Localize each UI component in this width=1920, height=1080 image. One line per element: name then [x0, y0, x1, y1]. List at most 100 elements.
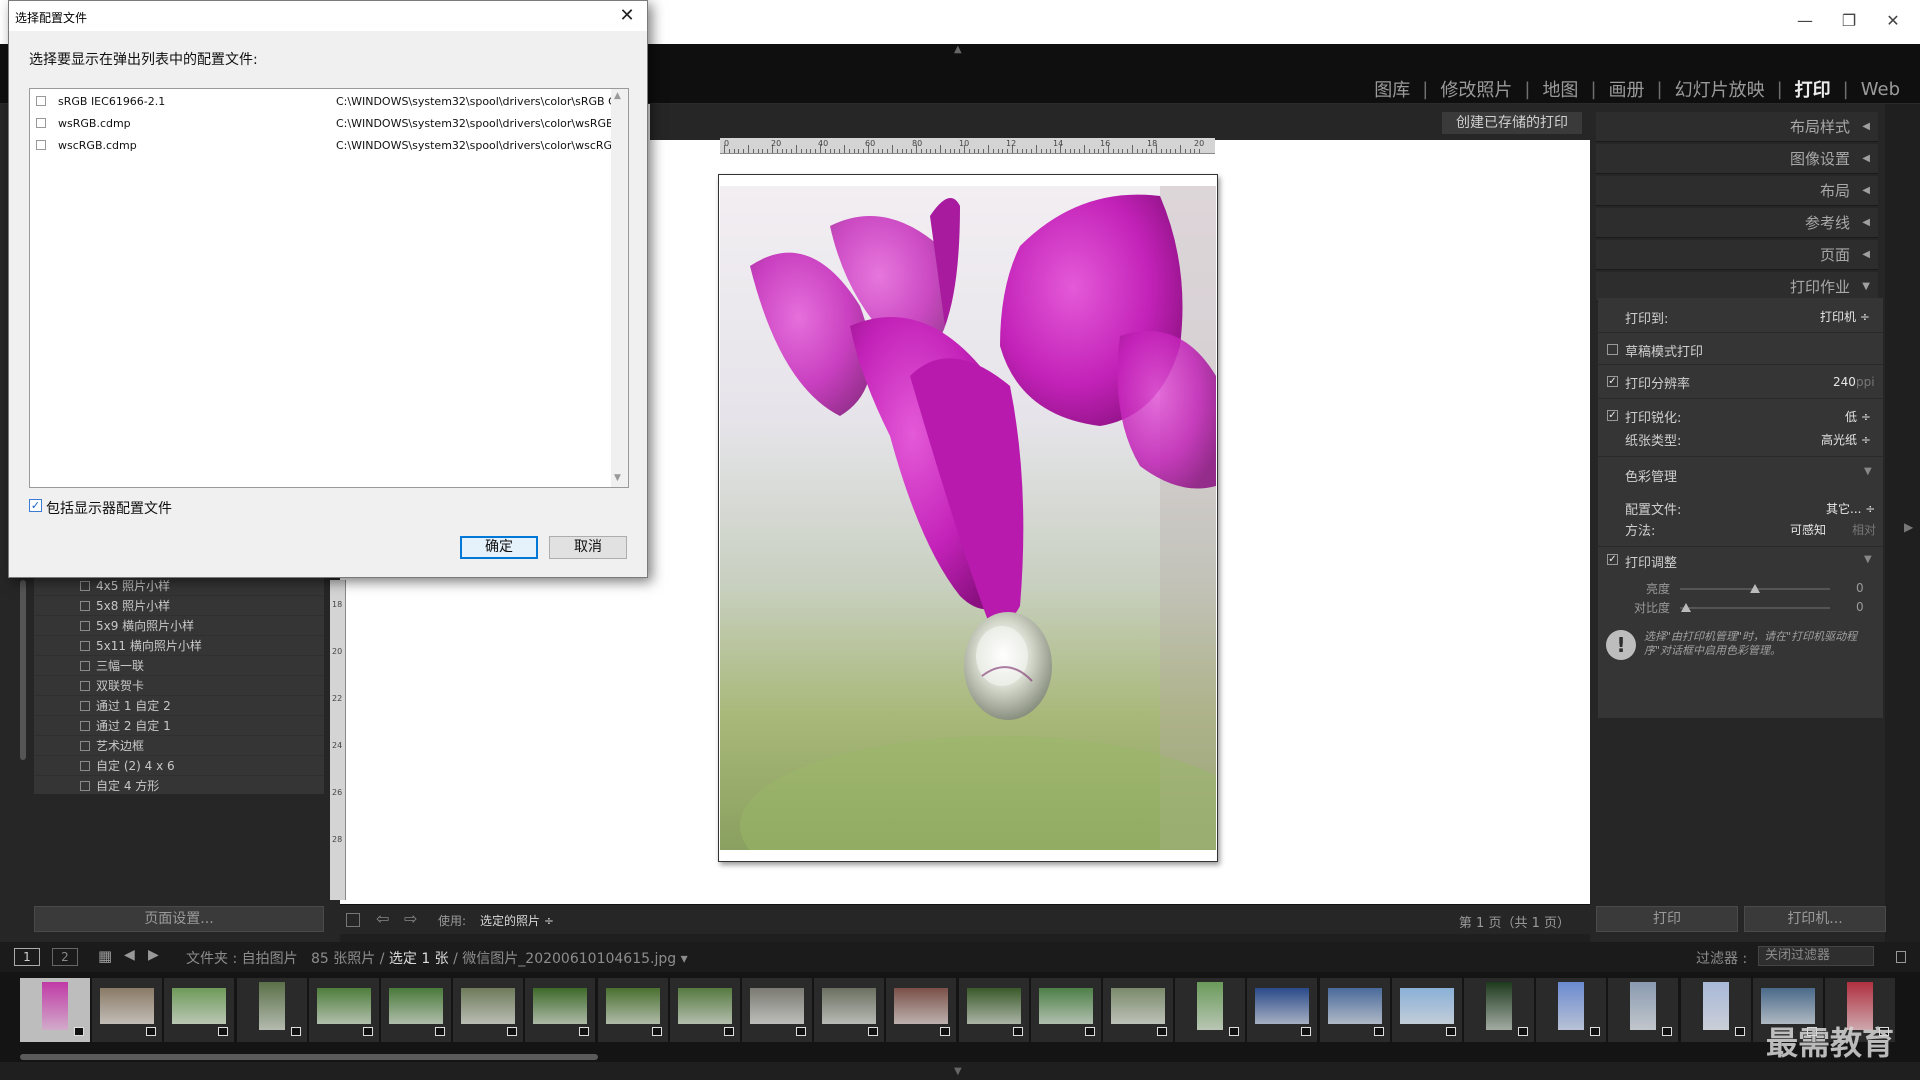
template-item[interactable]: 4x5 照片小样	[34, 576, 324, 596]
prev-page-icon[interactable]: ⇦	[376, 909, 389, 928]
profile-select[interactable]: 其它... ÷	[1826, 500, 1875, 517]
template-item[interactable]: 5x11 横向照片小样	[34, 636, 324, 656]
scroll-down-icon[interactable]: ▼	[614, 473, 621, 483]
media-select[interactable]: 高光纸 ÷	[1821, 431, 1871, 448]
module-tab-5[interactable]: 打印	[1783, 76, 1843, 102]
filename[interactable]: / 微信图片_20200610104615.jpg ▾	[453, 951, 687, 967]
filmstrip-thumbnail[interactable]	[1319, 978, 1390, 1042]
template-item[interactable]: 5x9 横向照片小样	[34, 616, 324, 636]
source-breadcrumb[interactable]: 文件夹 : 自拍图片 85 张照片 / 选定 1 张 / 微信图片_202006…	[186, 948, 688, 968]
profile-checkbox[interactable]	[36, 118, 46, 128]
filmstrip-thumbnail[interactable]	[958, 978, 1029, 1042]
panel-header-3[interactable]: 参考线 ◀	[1596, 208, 1878, 238]
include-display-checkbox[interactable]: ✓	[29, 499, 42, 512]
print-button[interactable]: 打印	[1596, 906, 1738, 932]
module-tab-3[interactable]: 画册	[1597, 76, 1657, 102]
ok-button[interactable]: 确定	[460, 536, 538, 559]
filmstrip-thumbnail[interactable]	[453, 978, 524, 1042]
profile-row[interactable]: sRGB IEC61966-2.1 C:\WINDOWS\system32\spo…	[30, 91, 616, 113]
scroll-up-icon[interactable]: ▲	[614, 91, 621, 101]
template-item[interactable]: 通过 1 自定 2	[34, 696, 324, 716]
intent-perceptual[interactable]: 可感知	[1790, 521, 1826, 538]
resolution-checkbox[interactable]: ✓	[1607, 376, 1618, 387]
filmstrip-thumbnail[interactable]	[1247, 978, 1318, 1042]
back-icon[interactable]: ◀	[124, 947, 135, 963]
template-item[interactable]: 通过 2 自定 1	[34, 716, 324, 736]
folder-label[interactable]: 文件夹 : 自拍图片	[186, 951, 298, 967]
collapse-icon[interactable]: ▼	[1864, 466, 1872, 477]
filmstrip-thumbnail[interactable]	[597, 978, 668, 1042]
next-page-icon[interactable]: ⇨	[404, 909, 417, 928]
cancel-button[interactable]: 取消	[549, 536, 627, 559]
restore-icon[interactable]: ❐	[1834, 6, 1864, 36]
module-tab-2[interactable]: 地图	[1530, 76, 1590, 102]
intent-relative[interactable]: 相对	[1852, 521, 1876, 538]
profile-checkbox[interactable]	[36, 140, 46, 150]
panel-header-2[interactable]: 布局 ◀	[1596, 176, 1878, 206]
module-tab-4[interactable]: 幻灯片放映	[1663, 76, 1777, 102]
module-tab-1[interactable]: 修改照片	[1428, 76, 1524, 102]
expand-right-panel-icon[interactable]: ▶	[1904, 520, 1913, 534]
filmstrip-thumbnail[interactable]	[308, 978, 379, 1042]
filmstrip-thumbnail[interactable]	[1030, 978, 1101, 1042]
create-saved-print-button[interactable]: 创建已存储的打印	[1442, 112, 1582, 134]
profile-row[interactable]: wsRGB.cdmp C:\WINDOWS\system32\spool\driv…	[30, 113, 616, 135]
collapse-bottom-icon[interactable]: ▼	[954, 1066, 962, 1077]
filmstrip-thumbnail[interactable]	[381, 978, 451, 1042]
draft-mode-checkbox[interactable]	[1607, 344, 1618, 355]
close-icon[interactable]: ✕	[1878, 6, 1908, 36]
filmstrip-scrollbar[interactable]	[20, 1054, 598, 1060]
module-tab-0[interactable]: 图库	[1362, 76, 1422, 102]
filter-select[interactable]: 关闭过滤器	[1758, 946, 1874, 966]
template-item[interactable]: 艺术边框	[34, 736, 324, 756]
module-tab-6[interactable]: Web	[1849, 79, 1912, 100]
profile-checkbox[interactable]	[36, 96, 46, 106]
panel-header-0[interactable]: 布局样式 ◀	[1596, 112, 1878, 142]
filmstrip-thumbnail[interactable]	[236, 978, 307, 1042]
filmstrip-thumbnail[interactable]	[814, 978, 885, 1042]
show-info-toggle[interactable]	[346, 913, 360, 927]
profile-list-scrollbar[interactable]: ▲ ▼	[611, 89, 628, 487]
profile-row[interactable]: wscRGB.cdmp C:\WINDOWS\system32\spool\dri…	[30, 135, 616, 157]
template-item[interactable]: 双联贺卡	[34, 676, 324, 696]
grid-icon[interactable]: ▦	[98, 947, 112, 965]
contrast-thumb[interactable]	[1681, 603, 1691, 612]
filmstrip-thumbnail[interactable]	[1391, 978, 1462, 1042]
secondary-window-button[interactable]: 2	[52, 948, 78, 966]
forward-icon[interactable]: ▶	[148, 947, 159, 963]
filmstrip-thumbnail[interactable]	[669, 978, 740, 1042]
minimize-icon[interactable]: —	[1790, 6, 1820, 36]
primary-window-button[interactable]: 1	[14, 948, 40, 966]
template-item[interactable]: 三幅一联	[34, 656, 324, 676]
template-item[interactable]: 自定 (2) 4 x 6	[34, 756, 324, 776]
filmstrip-thumbnail[interactable]	[20, 978, 90, 1042]
panel-header-1[interactable]: 图像设置 ◀	[1596, 144, 1878, 174]
filmstrip-thumbnail[interactable]	[164, 978, 235, 1042]
filmstrip-thumbnail[interactable]	[886, 978, 957, 1042]
filmstrip-thumbnail[interactable]	[1175, 978, 1246, 1042]
filmstrip-thumbnail[interactable]	[1608, 978, 1679, 1042]
filter-lock-icon[interactable]	[1896, 951, 1906, 963]
filmstrip-thumbnail[interactable]	[1464, 978, 1534, 1042]
page-setup-button[interactable]: 页面设置...	[34, 906, 324, 932]
template-item[interactable]: 自定 4 方形	[34, 776, 324, 794]
left-panel-scrollbar[interactable]	[20, 580, 26, 760]
brightness-thumb[interactable]	[1750, 584, 1760, 593]
template-item[interactable]: 5x8 照片小样	[34, 596, 324, 616]
collapse-top-icon[interactable]: ▲	[954, 44, 962, 55]
filmstrip-thumbnail[interactable]	[742, 978, 812, 1042]
sharpen-select[interactable]: 低 ÷	[1845, 408, 1871, 425]
filmstrip-thumbnail[interactable]	[92, 978, 163, 1042]
contrast-slider[interactable]	[1680, 607, 1830, 609]
printer-button[interactable]: 打印机...	[1744, 906, 1886, 932]
panel-header-4[interactable]: 页面 ◀	[1596, 240, 1878, 270]
filmstrip-thumbnail[interactable]	[1680, 978, 1751, 1042]
filmstrip-thumbnail[interactable]	[1536, 978, 1607, 1042]
filmstrip-thumbnail[interactable]	[1103, 978, 1173, 1042]
collapse-icon[interactable]: ▼	[1864, 554, 1872, 565]
dialog-titlebar[interactable]: 选择配置文件 ✕	[9, 1, 647, 31]
use-selector[interactable]: 选定的照片 ÷	[480, 912, 554, 929]
print-to-select[interactable]: 打印机 ÷	[1820, 308, 1870, 325]
photo-cell[interactable]	[720, 186, 1216, 850]
sharpen-checkbox[interactable]: ✓	[1607, 410, 1618, 421]
